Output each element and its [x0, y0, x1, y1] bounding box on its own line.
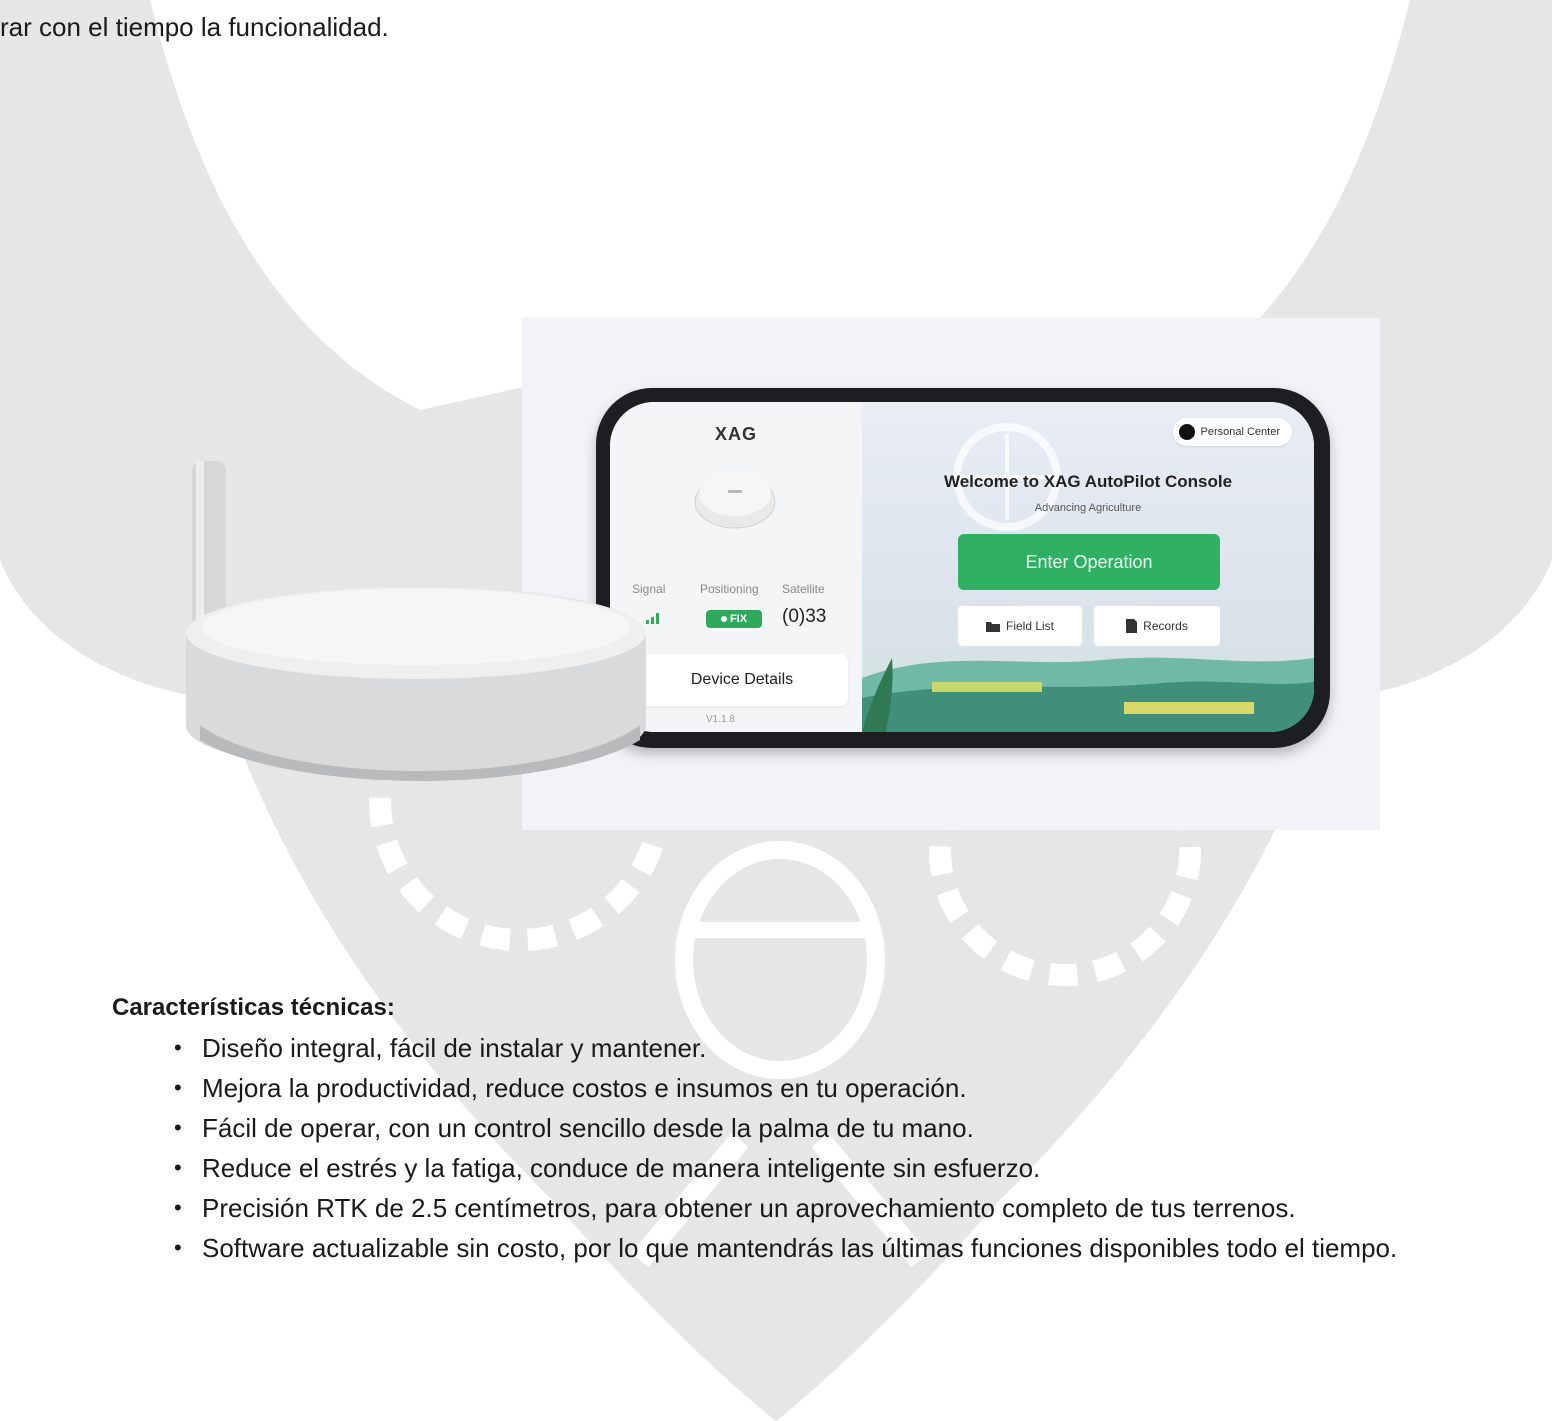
enter-operation-label: Enter Operation: [1025, 551, 1153, 572]
intro-text: rar con el tiempo la funcionalidad.: [0, 12, 389, 42]
records-label: Records: [1143, 619, 1188, 633]
records-button[interactable]: Records: [1094, 606, 1220, 646]
smartphone: XAG Signal Positioning Satellite FIX (0)…: [596, 388, 1330, 748]
list-item: • Mejora la productividad, reduce costos …: [172, 1068, 1452, 1108]
avatar-icon: [1178, 424, 1195, 440]
personal-center-label: Personal Center: [1200, 426, 1281, 438]
version-text: V1.1.8: [706, 714, 735, 725]
welcome-title: Welcome to XAG AutoPilot Console: [943, 472, 1233, 491]
field-landscape-illustration: [862, 657, 1314, 732]
status-dot-icon: [720, 616, 727, 622]
features-list: • Diseño integral, fácil de instalar y ma…: [112, 1028, 1452, 1268]
bullet-icon: •: [174, 1115, 182, 1140]
technical-features: Características técnicas: • Diseño integr…: [112, 994, 1452, 1268]
list-item: • Fácil de operar, con un control sencill…: [172, 1108, 1452, 1148]
bullet-icon: •: [174, 1035, 182, 1060]
document-icon: [1126, 619, 1138, 633]
field-list-button[interactable]: Field List: [958, 606, 1082, 646]
satellite-label: Satellite: [782, 582, 825, 596]
features-title: Características técnicas:: [112, 994, 395, 1021]
list-item: • Diseño integral, fácil de instalar y ma…: [172, 1028, 1452, 1068]
device-details-button[interactable]: Device Details: [636, 654, 848, 706]
feature-text: Reduce el estrés y la fatiga, conduce de…: [202, 1153, 1041, 1183]
feature-text: Diseño integral, fácil de instalar y man…: [202, 1033, 707, 1063]
feature-text: Fácil de operar, con un control sencillo…: [202, 1113, 974, 1143]
list-item: • Precisión RTK de 2.5 centímetros, para …: [172, 1188, 1452, 1228]
field-list-label: Field List: [1005, 619, 1055, 633]
feature-text: Precisión RTK de 2.5 centímetros, para o…: [202, 1193, 1296, 1223]
tagline: Advancing Agriculture: [1034, 502, 1142, 514]
base-station-thumbnail: [694, 472, 776, 529]
feature-text: Mejora la productividad, reduce costos e…: [202, 1073, 967, 1103]
folder-icon: [985, 621, 1000, 632]
bullet-icon: •: [174, 1155, 182, 1180]
list-item: • Reduce el estrés y la fatiga, conduce d…: [172, 1148, 1452, 1188]
feature-text: Software actualizable sin costo, por lo …: [202, 1233, 1398, 1263]
fix-status: FIX: [729, 613, 748, 625]
device-details-label: Device Details: [690, 671, 794, 688]
personal-center-button[interactable]: Personal Center: [1172, 418, 1292, 446]
rtk-base-station-image: [186, 461, 646, 781]
console-pane: Personal Center Welcome to XAG AutoPilot…: [862, 402, 1314, 732]
satellite-count: (0)33: [782, 606, 827, 627]
bullet-icon: •: [174, 1075, 182, 1100]
enter-operation-button[interactable]: Enter Operation: [958, 534, 1220, 590]
phone-screen: XAG Signal Positioning Satellite FIX (0)…: [610, 402, 1314, 732]
bullet-icon: •: [174, 1235, 182, 1260]
bullet-icon: •: [174, 1195, 182, 1220]
positioning-label: Positioning: [700, 582, 759, 596]
positioning-status-badge: FIX: [706, 610, 762, 628]
list-item: • Software actualizable sin costo, por lo…: [172, 1228, 1452, 1268]
brand-logo: XAG: [714, 424, 757, 444]
